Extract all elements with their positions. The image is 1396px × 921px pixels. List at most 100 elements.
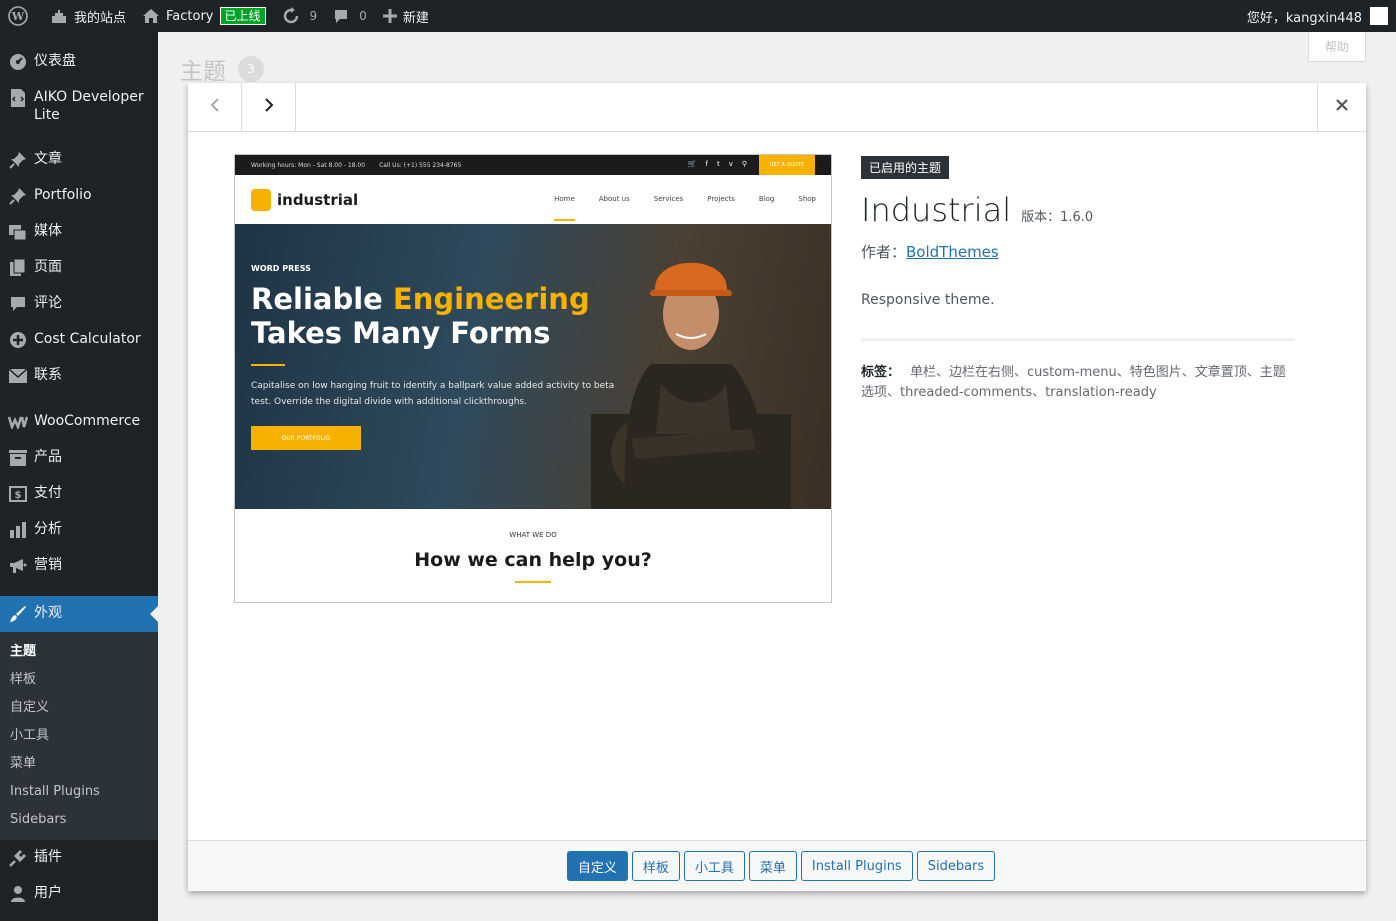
submenu-widgets[interactable]: 小工具 — [0, 722, 158, 750]
close-icon — [1335, 98, 1349, 116]
comments-link[interactable]: 0 — [325, 0, 375, 32]
customize-button[interactable]: 自定义 — [566, 851, 628, 881]
home-icon — [142, 8, 160, 24]
theme-description: Responsive theme. — [861, 292, 995, 308]
pin-icon — [8, 150, 28, 170]
site-name: 我的站点 — [74, 10, 127, 26]
plugin-icon — [8, 848, 28, 868]
submenu-customize[interactable]: 自定义 — [0, 694, 158, 722]
preview-menu-item: Home — [554, 195, 575, 221]
preview-menu-item: Blog — [758, 195, 775, 203]
preview-menu: Home About us Services Projects Blog Sho… — [554, 195, 816, 221]
next-theme-button[interactable] — [242, 83, 296, 131]
install-plugins-button[interactable]: Install Plugins — [800, 851, 913, 881]
menu-label: 分析 — [34, 521, 62, 537]
code-icon — [8, 88, 28, 108]
site-home-icon — [50, 8, 68, 24]
menu-label: 外观 — [34, 605, 62, 621]
menu-portfolio[interactable]: Portfolio — [0, 178, 158, 214]
menu-pages[interactable]: 页面 — [0, 250, 158, 286]
user-greeting[interactable]: 您好，kangxin448 — [1247, 7, 1362, 26]
comment-icon — [333, 8, 349, 24]
headline-accent: Engineering — [392, 282, 590, 316]
wordpress-logo[interactable]: W — [0, 0, 42, 32]
updates-count: 9 — [309, 9, 318, 23]
menu-label: 媒体 — [34, 223, 62, 239]
submenu-menus[interactable]: 菜单 — [0, 750, 158, 778]
search-icon: ⚲ — [741, 160, 747, 168]
menu-analytics[interactable]: 分析 — [0, 512, 158, 548]
patterns-button[interactable]: 样板 — [631, 851, 680, 881]
theme-screenshot: Working hours: Mon - Sat 8.00 - 18.00 Ca… — [234, 154, 832, 603]
preview-nav: industrial Home About us Services Projec… — [235, 175, 831, 224]
menu-label: Portfolio — [34, 187, 92, 203]
menu-label: 支付 — [34, 485, 62, 501]
menu-label: 营销 — [34, 557, 62, 573]
submenu-patterns[interactable]: 样板 — [0, 666, 158, 694]
preview-hero: WORD PRESS Reliable Engineering Takes Ma… — [235, 224, 831, 509]
close-overlay-button[interactable] — [1317, 83, 1366, 131]
preview-portfolio-button: OUR PORTFOLIO — [251, 426, 361, 450]
admin-bar: W 我的站点 Factory 已上线 9 0 新建 您好，kangxin448 — [0, 0, 1396, 32]
preview-topbar: Working hours: Mon - Sat 8.00 - 18.00 Ca… — [235, 155, 831, 175]
author-link[interactable]: BoldThemes — [906, 243, 999, 261]
menu-woocommerce[interactable]: WooCommerce — [0, 404, 158, 440]
theme-count-badge: 3 — [238, 56, 264, 82]
menu-posts[interactable]: 文章 — [0, 142, 158, 178]
tags-label: 标签： — [861, 365, 901, 380]
widgets-button[interactable]: 小工具 — [683, 851, 745, 881]
money-icon: $ — [8, 484, 28, 504]
submenu-install-plugins[interactable]: Install Plugins — [0, 778, 158, 806]
menu-label: 插件 — [34, 849, 62, 865]
previous-theme-button[interactable] — [188, 83, 242, 131]
menu-label: AIKO Developer Lite — [34, 89, 144, 123]
new-content-link[interactable]: 新建 — [375, 0, 437, 32]
menus-button[interactable]: 菜单 — [748, 851, 797, 881]
chart-icon — [8, 520, 28, 540]
how-heading-underline — [515, 581, 551, 583]
theme-name: Industrial — [861, 191, 1012, 229]
tags-list: 单栏、边栏在右侧、custom-menu、特色图片、文章置顶、主题选项、thre… — [861, 365, 1286, 400]
theme-tags: 标签： 单栏、边栏在右侧、custom-menu、特色图片、文章置顶、主题选项、t… — [861, 363, 1295, 403]
sidebars-button[interactable]: Sidebars — [916, 851, 996, 881]
factory-link[interactable]: Factory 已上线 — [134, 0, 274, 32]
help-tab[interactable]: 帮助 — [1307, 32, 1366, 62]
preview-what-we-do: WHAT WE DO — [509, 531, 557, 539]
menu-payments[interactable]: $ 支付 — [0, 476, 158, 512]
worker-image — [591, 262, 791, 509]
refresh-icon — [282, 7, 300, 25]
menu-label: WooCommerce — [34, 413, 141, 429]
menu-cost-calculator[interactable]: Cost Calculator — [0, 322, 158, 358]
menu-users[interactable]: 用户 — [0, 876, 158, 912]
woo-icon — [8, 412, 28, 432]
menu-comments[interactable]: 评论 — [0, 286, 158, 322]
menu-tools[interactable]: 工具 — [0, 912, 158, 921]
cart-icon: 🛒 — [687, 160, 697, 168]
preview-menu-item: Projects — [707, 195, 735, 203]
menu-marketing[interactable]: 营销 — [0, 548, 158, 584]
theme-name-row: Industrial 版本：1.6.0 — [861, 191, 1295, 229]
menu-label: 用户 — [34, 885, 62, 901]
menu-products[interactable]: 产品 — [0, 440, 158, 476]
preview-description: Capitalise on low hanging fruit to ident… — [251, 381, 615, 407]
submenu-themes[interactable]: 主题 — [0, 638, 158, 666]
menu-label: 联系 — [34, 367, 62, 383]
menu-label: 产品 — [34, 449, 62, 465]
preview-menu-item: Services — [653, 195, 684, 203]
logo-mark-icon — [251, 189, 271, 211]
factory-label: Factory — [166, 8, 214, 24]
preview-how-heading: How we can help you? — [414, 549, 652, 571]
menu-dashboard[interactable]: 仪表盘 — [0, 44, 158, 80]
submenu-sidebars[interactable]: Sidebars — [0, 806, 158, 834]
menu-appearance[interactable]: 外观 — [0, 596, 158, 632]
preview-menu-item: Shop — [798, 195, 816, 203]
menu-plugins[interactable]: 插件 — [0, 840, 158, 876]
menu-contact[interactable]: 联系 — [0, 358, 158, 394]
logo-text: industrial — [277, 191, 359, 209]
site-name-link[interactable]: 我的站点 — [42, 0, 134, 32]
mail-icon — [8, 366, 28, 386]
menu-media[interactable]: 媒体 — [0, 214, 158, 250]
menu-aiko[interactable]: AIKO Developer Lite — [0, 80, 158, 132]
avatar[interactable] — [1370, 7, 1388, 25]
updates-link[interactable]: 9 — [274, 0, 326, 32]
